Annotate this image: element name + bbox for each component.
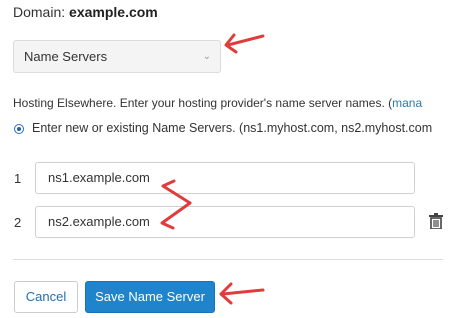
divider [13,259,443,260]
domain-heading: Domain: example.com [13,4,158,20]
hosting-text: Hosting Elsewhere. Enter your hosting pr… [13,96,393,110]
domain-label: Domain: [13,4,66,20]
domain-value: example.com [69,4,158,20]
hosting-instructions: Hosting Elsewhere. Enter your hosting pr… [13,96,422,110]
name-server-1-input[interactable]: ns1.example.com [35,162,415,194]
name-server-2-input[interactable]: ns2.example.com [35,206,415,238]
arrow-icon [226,34,265,47]
ns-row-index: 1 [14,171,22,186]
chevron-down-icon: ⌄ [202,51,211,62]
save-name-server-button[interactable]: Save Name Server [85,281,215,313]
manage-link[interactable]: mana [392,96,422,110]
name-servers-radio-label: Enter new or existing Name Servers. (ns1… [32,121,433,135]
ns-row-index: 2 [14,215,22,230]
cancel-button[interactable]: Cancel [14,281,78,313]
name-servers-radio[interactable] [14,124,24,134]
dropdown-selected-value: Name Servers [24,49,108,64]
arrow-icon [224,33,238,54]
trash-icon[interactable] [429,213,443,229]
arrow-icon [221,288,265,296]
record-type-dropdown[interactable]: Name Servers ⌄ [13,40,221,73]
arrow-icon [219,282,233,305]
